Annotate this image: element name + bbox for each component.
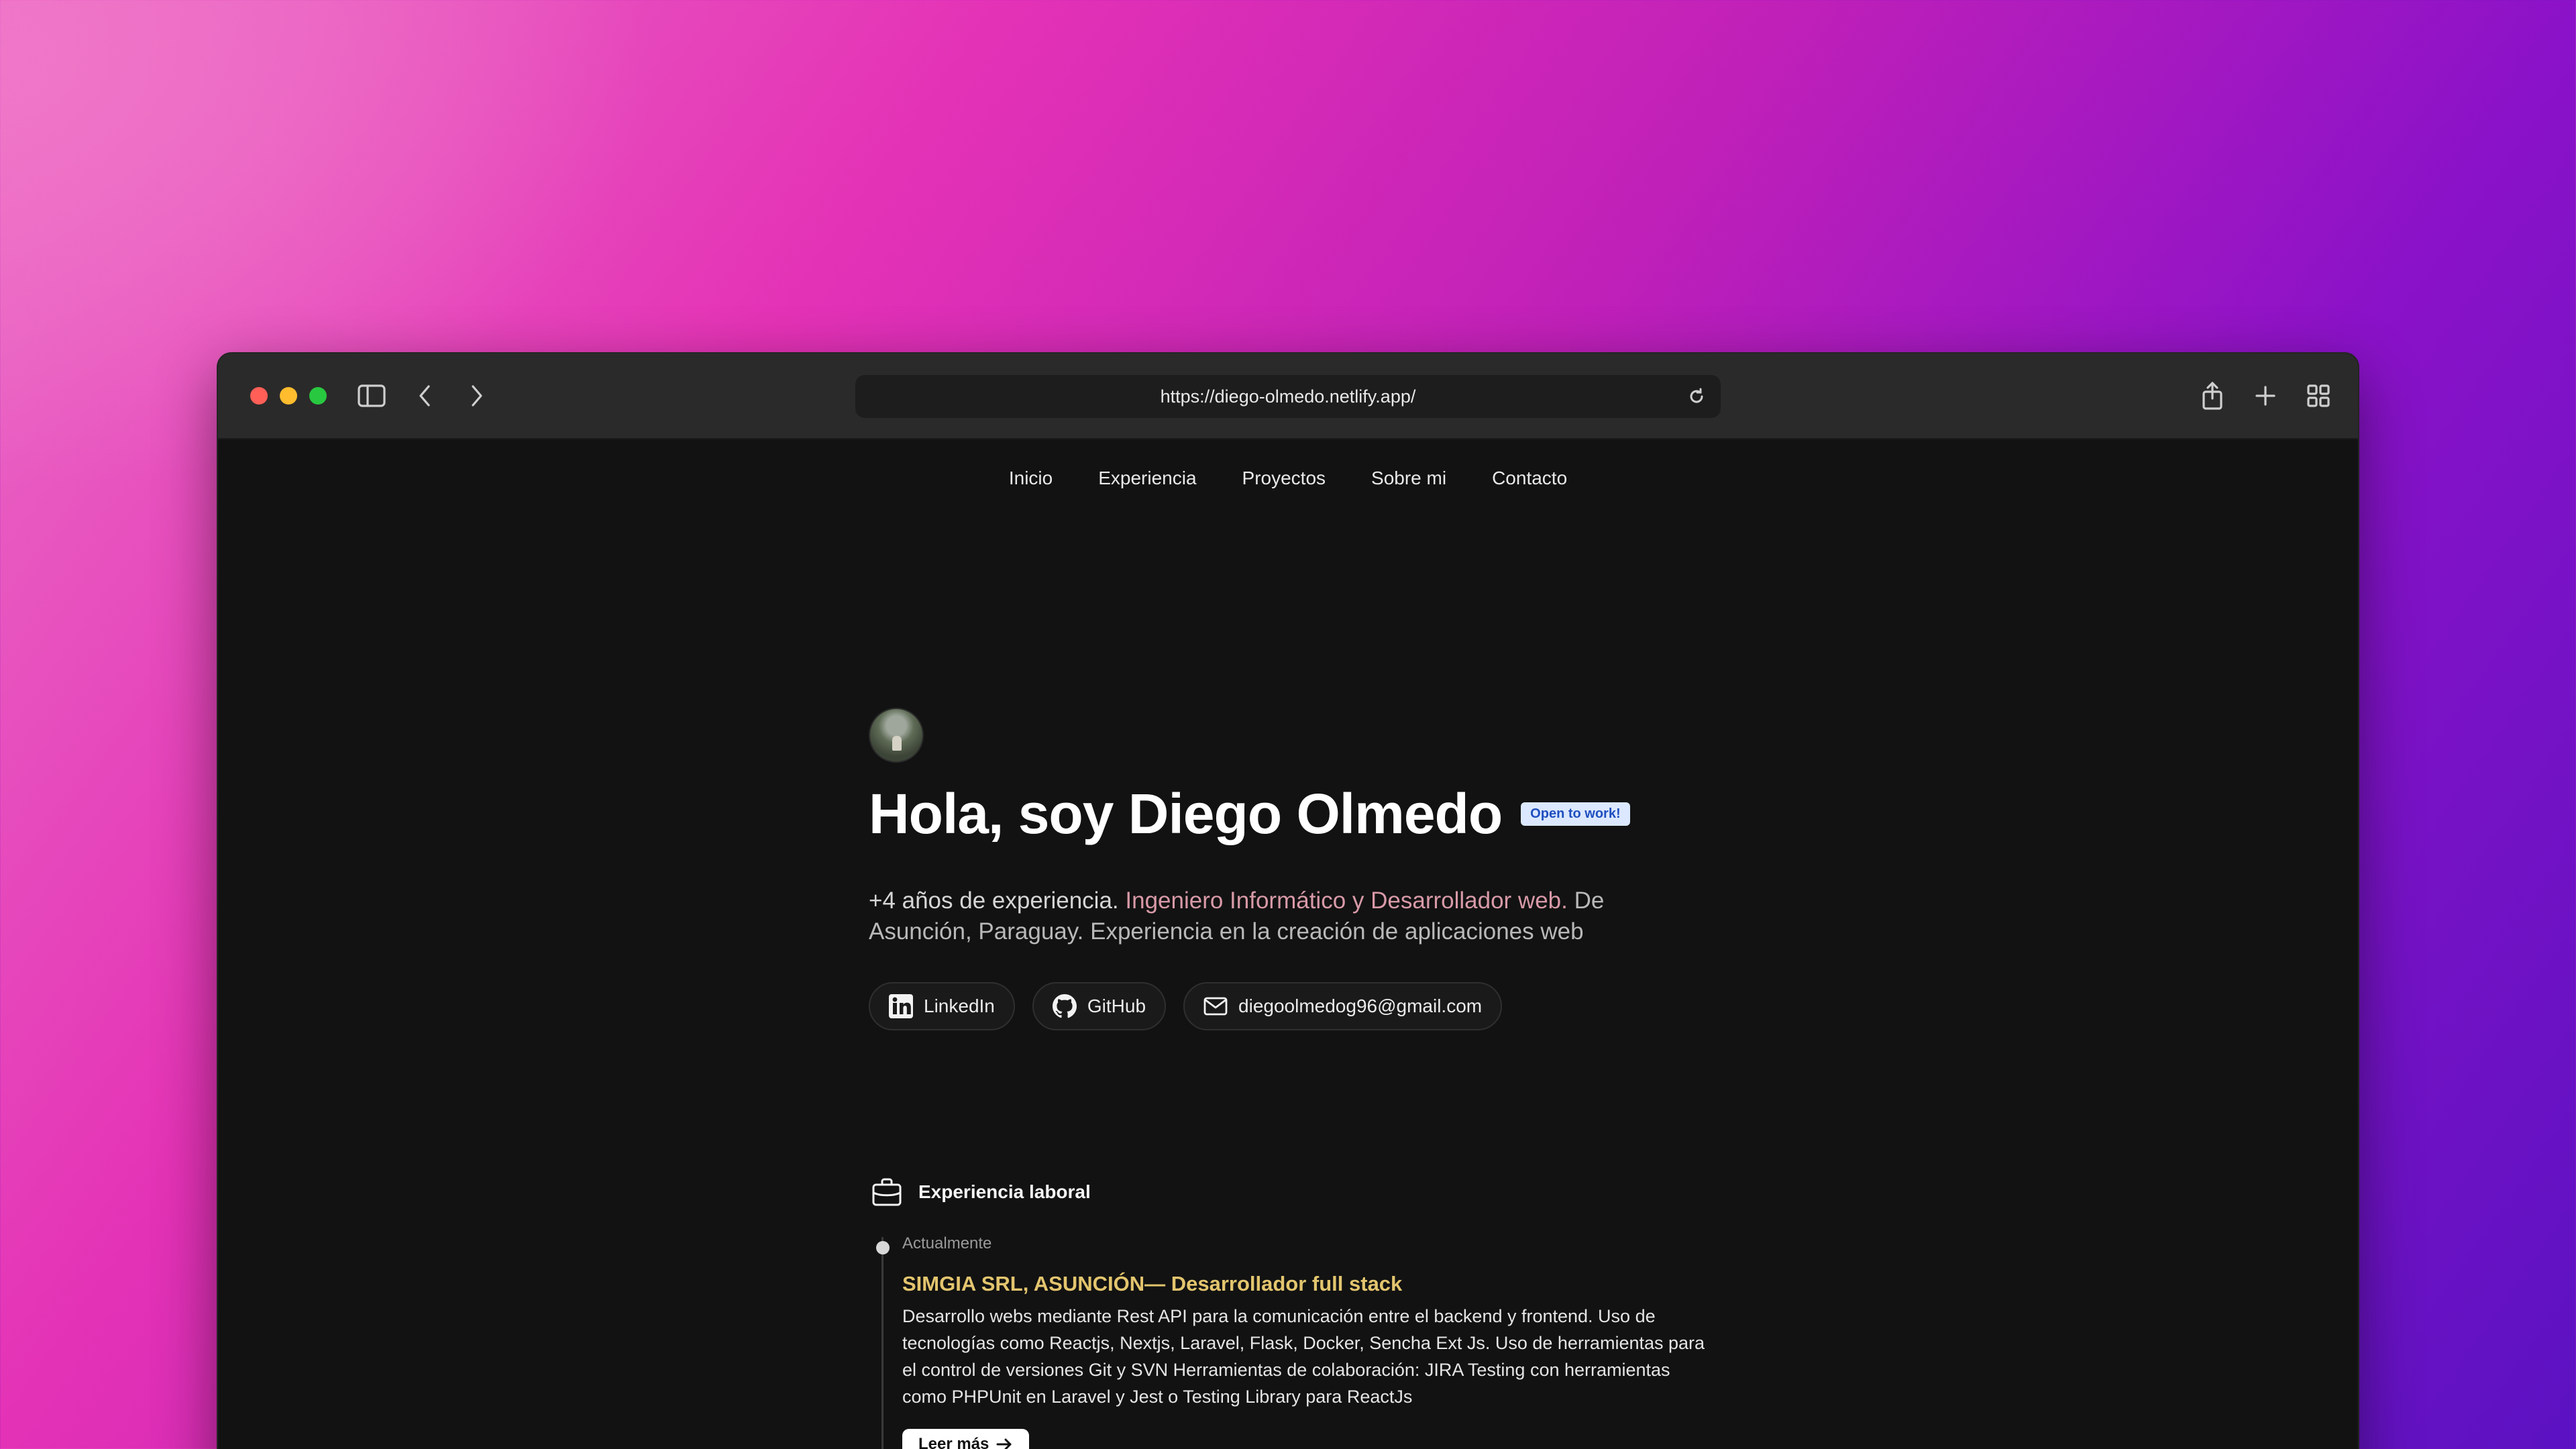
timeline-dot <box>876 1241 890 1254</box>
arrow-right-icon <box>996 1438 1012 1449</box>
briefcase-icon <box>872 1178 902 1206</box>
close-window-button[interactable] <box>250 387 268 405</box>
avatar <box>869 708 924 763</box>
linkedin-label: LinkedIn <box>924 996 995 1016</box>
read-more-button[interactable]: Leer más <box>902 1429 1030 1449</box>
github-button[interactable]: GitHub <box>1032 982 1167 1030</box>
page-title: Hola, soy Diego Olmedo <box>869 782 1503 845</box>
experience-section-title: Experiencia laboral <box>918 1181 1091 1202</box>
github-icon <box>1052 994 1077 1018</box>
linkedin-button[interactable]: LinkedIn <box>869 982 1015 1030</box>
experience-timeline: Actualmente SIMGIA SRL, ASUNCIÓN— Desarr… <box>869 1232 1705 1449</box>
new-tab-icon[interactable] <box>2249 379 2282 413</box>
github-label: GitHub <box>1087 996 1146 1016</box>
window-controls <box>250 387 327 405</box>
back-icon[interactable] <box>408 379 441 413</box>
email-button[interactable]: diegoolmedog96@gmail.com <box>1183 982 1503 1030</box>
hero-title-row: Hola, soy Diego Olmedo Open to work! <box>869 782 1633 847</box>
status-badge: Open to work! <box>1521 802 1630 826</box>
address-bar[interactable]: https://diego-olmedo.netlify.app/ <box>855 375 1721 418</box>
minimize-window-button[interactable] <box>280 387 297 405</box>
forward-icon[interactable] <box>460 379 494 413</box>
main-content: Hola, soy Diego Olmedo Open to work! +4 … <box>869 708 1705 1449</box>
timeline-line <box>881 1237 883 1449</box>
share-icon[interactable] <box>2196 379 2229 413</box>
hero-intro: +4 años de experiencia. Ingeniero Inform… <box>869 885 1627 947</box>
mail-icon <box>1203 997 1228 1016</box>
reload-icon[interactable] <box>1684 384 1709 409</box>
read-more-label: Leer más <box>918 1435 989 1449</box>
nav-link-experiencia[interactable]: Experiencia <box>1098 468 1196 489</box>
experience-header: Experiencia laboral <box>870 1175 1633 1209</box>
experience-role: SIMGIA SRL, ASUNCIÓN— Desarrollador full… <box>902 1272 1403 1295</box>
experience-date: Actualmente <box>902 1234 992 1252</box>
browser-window: https://diego-olmedo.netlify.app/ Inicio… <box>217 352 2359 1449</box>
email-label: diegoolmedog96@gmail.com <box>1238 996 1483 1016</box>
nav-link-inicio[interactable]: Inicio <box>1009 468 1053 489</box>
nav-link-contacto[interactable]: Contacto <box>1492 468 1567 489</box>
sidebar-icon[interactable] <box>355 379 388 413</box>
intro-lead: +4 años de experiencia. <box>869 888 1119 914</box>
zoom-window-button[interactable] <box>309 387 327 405</box>
nav-link-proyectos[interactable]: Proyectos <box>1242 468 1326 489</box>
social-links: LinkedIn GitHub diegoolmedog96@gmail.com <box>869 982 1633 1030</box>
browser-toolbar: https://diego-olmedo.netlify.app/ <box>218 354 2358 439</box>
experience-item: Actualmente SIMGIA SRL, ASUNCIÓN— Desarr… <box>902 1232 1705 1449</box>
nav-link-sobre-mi[interactable]: Sobre mi <box>1371 468 1446 489</box>
web-page: Inicio Experiencia Proyectos Sobre mi Co… <box>218 439 2358 1449</box>
intro-highlight: Ingeniero Informático y Desarrollador we… <box>1125 888 1568 914</box>
experience-description: Desarrollo webs mediante Rest API para l… <box>902 1306 1705 1407</box>
main-nav: Inicio Experiencia Proyectos Sobre mi Co… <box>218 468 2358 489</box>
url-text: https://diego-olmedo.netlify.app/ <box>1160 386 1416 407</box>
tab-overview-icon[interactable] <box>2302 379 2335 413</box>
linkedin-icon <box>889 994 913 1018</box>
